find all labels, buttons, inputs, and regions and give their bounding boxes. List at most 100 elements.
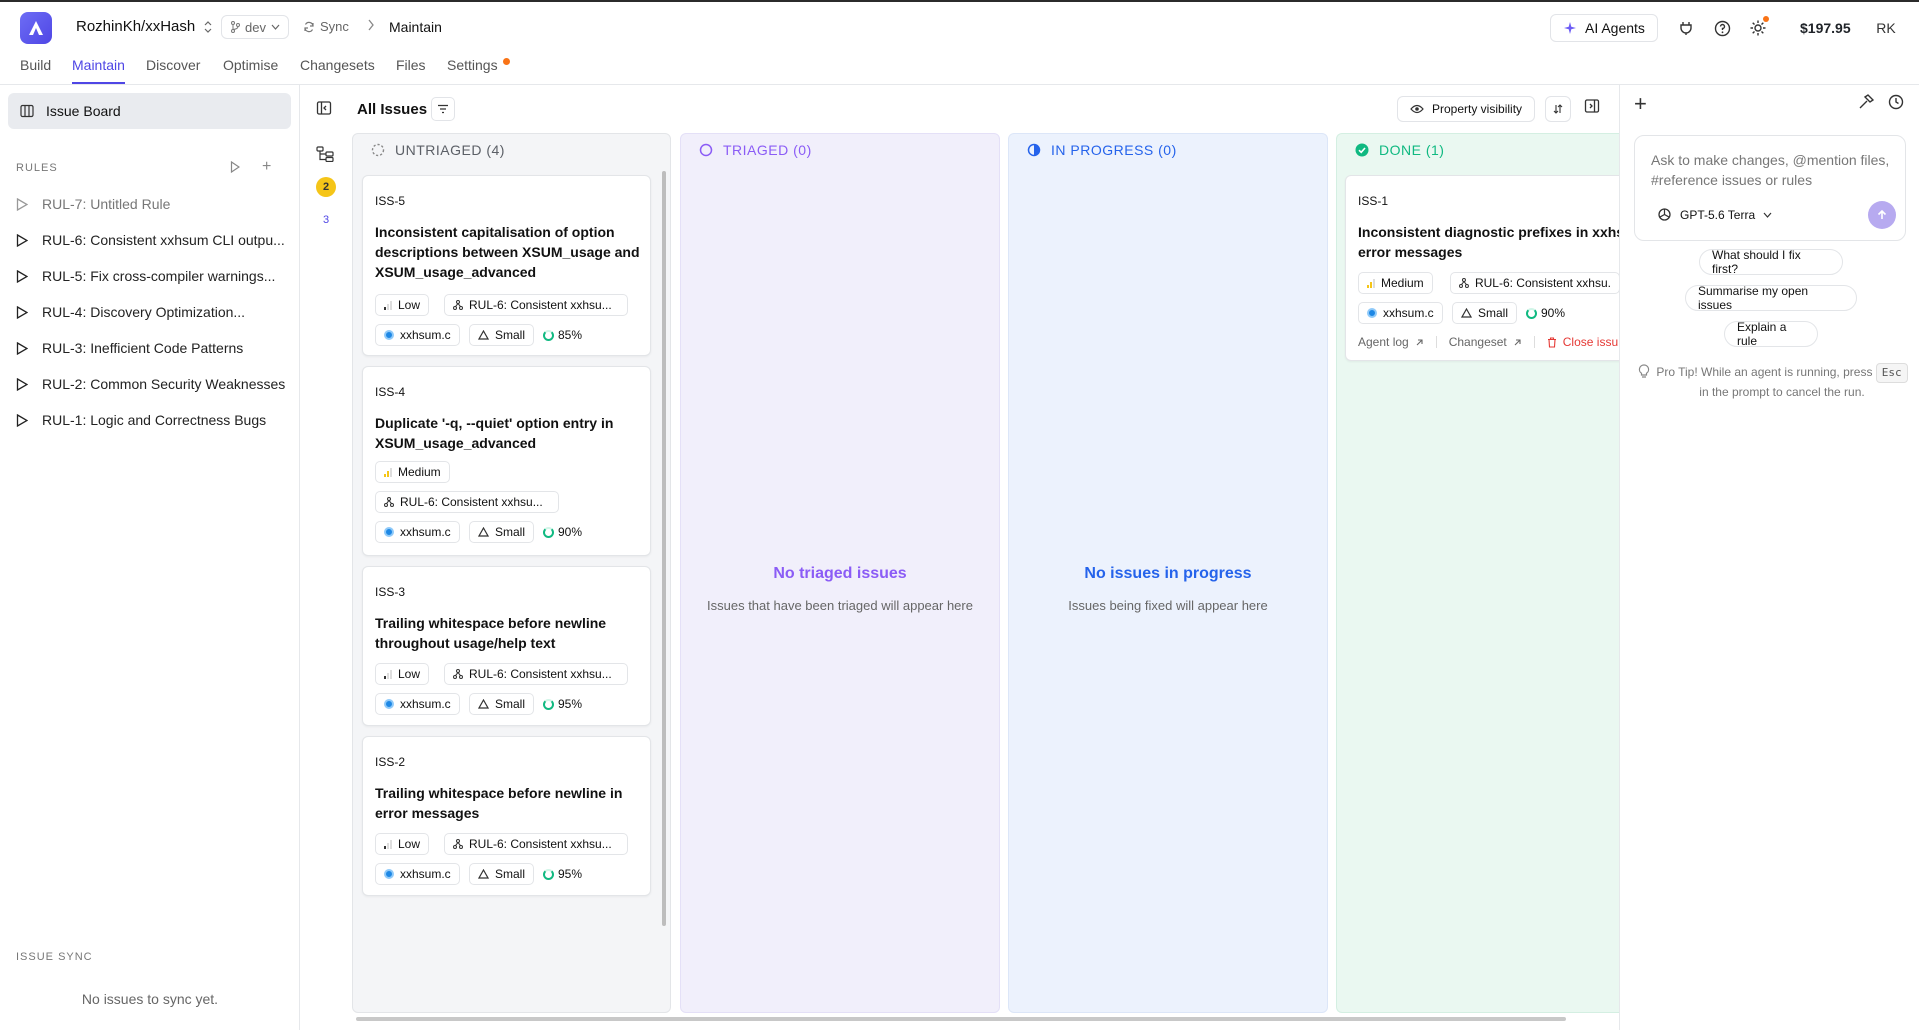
prompt-placeholder[interactable]: Ask to make changes, @mention files, #re… (1651, 150, 1891, 190)
rule-label: RUL-6: Consistent xxhsu... (469, 667, 612, 681)
rule-chip[interactable]: RUL-6: Consistent xxhsu... (375, 491, 559, 513)
sort-button[interactable] (1545, 96, 1571, 122)
history-clock-icon[interactable] (1888, 94, 1904, 113)
tab-build[interactable]: Build (20, 57, 51, 84)
issue-card[interactable]: ISS-2 Trailing whitespace before newline… (362, 736, 651, 896)
suggestion-chip[interactable]: Summarise my open issues (1685, 284, 1857, 312)
hammer-tools-icon[interactable] (1858, 94, 1875, 113)
priority-label: Low (398, 667, 421, 681)
model-selector[interactable]: GPT-5.6 Terra (1657, 207, 1772, 222)
tab-maintain[interactable]: Maintain (72, 57, 125, 84)
size-chip[interactable]: Small (469, 863, 535, 885)
file-chip[interactable]: xxhsum.c (375, 693, 460, 715)
user-avatar[interactable]: RK (1872, 14, 1900, 42)
dashed-circle-icon (371, 143, 385, 157)
issue-card[interactable]: ISS-5 Inconsistent capitalisation of opt… (362, 175, 651, 356)
confidence-indicator: 95% (543, 693, 582, 715)
rule-item[interactable]: RUL-7: Untitled Rule (16, 193, 291, 215)
filter-button[interactable] (431, 97, 455, 121)
external-link-icon (1514, 338, 1521, 345)
size-chip[interactable]: Small (469, 521, 535, 543)
lightbulb-icon (1638, 364, 1650, 378)
issue-card[interactable]: ISS-3 Trailing whitespace before newline… (362, 566, 651, 726)
collapse-sidebar-icon[interactable] (316, 100, 332, 119)
rules-heading: RULES (16, 162, 58, 174)
rule-item[interactable]: RUL-5: Fix cross-compiler warnings... (16, 265, 291, 287)
size-label: Small (495, 867, 526, 881)
column-scrollbar[interactable] (662, 171, 666, 926)
rule-chip[interactable]: RUL-6: Consistent xxhsu... (444, 294, 628, 316)
file-label: xxhsum.c (1383, 306, 1434, 320)
triangle-size-icon (478, 869, 489, 879)
hierarchy-view-icon[interactable] (316, 146, 334, 165)
file-chip[interactable]: xxhsum.c (1358, 302, 1443, 324)
chevron-updown-icon (204, 20, 212, 33)
sidebar-item-issue-board[interactable]: Issue Board (8, 93, 291, 129)
changeset-link[interactable]: Changeset (1449, 335, 1507, 349)
ai-agents-button[interactable]: AI Agents (1550, 14, 1658, 42)
count-badge[interactable]: 2 (316, 177, 336, 197)
priority-chip[interactable]: Medium (1358, 272, 1433, 294)
tab-files[interactable]: Files (396, 57, 426, 84)
rule-item[interactable]: RUL-6: Consistent xxhsum CLI outpu... (16, 229, 291, 251)
priority-label: Low (398, 837, 421, 851)
close-issue-button[interactable]: Close issu (1563, 335, 1618, 349)
priority-chip[interactable]: Low (375, 663, 430, 685)
priority-label: Low (398, 298, 421, 312)
property-visibility-button[interactable]: Property visibility (1397, 96, 1536, 122)
add-rule-plus-icon[interactable]: + (262, 158, 271, 176)
size-label: Small (495, 525, 526, 539)
new-chat-plus-icon[interactable]: + (1634, 91, 1647, 117)
rule-item[interactable]: RUL-1: Logic and Correctness Bugs (16, 409, 291, 431)
help-icon[interactable] (1712, 18, 1732, 38)
tab-settings[interactable]: Settings (447, 57, 498, 84)
rule-chip[interactable]: RUL-6: Consistent xxhsu... (444, 833, 628, 855)
size-chip[interactable]: Small (469, 324, 535, 346)
rule-item[interactable]: RUL-2: Common Security Weaknesses (16, 373, 291, 395)
suggestion-chip[interactable]: What should I fix first? (1699, 248, 1843, 276)
size-chip[interactable]: Small (469, 693, 535, 715)
file-chip[interactable]: xxhsum.c (375, 863, 460, 885)
prompt-input-box[interactable]: Ask to make changes, @mention files, #re… (1634, 135, 1906, 241)
priority-chip[interactable]: Low (375, 294, 430, 316)
board-horizontal-scrollbar[interactable] (356, 1017, 1566, 1021)
app-logo[interactable] (20, 12, 52, 44)
tab-changesets[interactable]: Changesets (300, 57, 375, 84)
rule-item[interactable]: RUL-4: Discovery Optimization... (16, 301, 291, 323)
rule-tree-icon (453, 839, 463, 849)
file-chip[interactable]: xxhsum.c (375, 324, 460, 346)
breadcrumb-current: Maintain (389, 19, 442, 35)
repo-selector[interactable]: RozhinKh/xxHash (76, 18, 213, 35)
count-badge[interactable]: 3 (316, 210, 336, 230)
plug-icon[interactable] (1676, 18, 1696, 38)
tab-discover[interactable]: Discover (146, 57, 200, 84)
issue-id: ISS-1 (1358, 194, 1389, 208)
suggestion-chip[interactable]: Explain a rule (1724, 320, 1818, 348)
chevron-right-icon (367, 18, 375, 34)
rule-item[interactable]: RUL-3: Inefficient Code Patterns (16, 337, 291, 359)
play-icon (16, 197, 28, 211)
agent-log-link[interactable]: Agent log (1358, 335, 1409, 349)
toggle-right-panel-icon[interactable] (1584, 98, 1600, 117)
file-chip[interactable]: xxhsum.c (375, 521, 460, 543)
sparkle-icon (1564, 22, 1576, 34)
size-chip[interactable]: Small (1452, 302, 1518, 324)
issue-card[interactable]: ISS-4 Duplicate '-q, --quiet' option ent… (362, 366, 651, 556)
tab-optimise[interactable]: Optimise (223, 57, 278, 84)
issue-id: ISS-5 (375, 194, 406, 208)
issue-card[interactable]: ISS-1 Inconsistent diagnostic prefixes i… (1345, 175, 1619, 361)
ai-agents-label: AI Agents (1585, 20, 1645, 36)
priority-chip[interactable]: Low (375, 833, 430, 855)
priority-chip[interactable]: Medium (375, 461, 450, 483)
rule-chip[interactable]: RUL-6: Consistent xxhsu... (444, 663, 628, 685)
sync-button[interactable]: Sync (303, 19, 349, 34)
rule-tree-icon (1459, 278, 1469, 288)
settings-gear-icon[interactable] (1748, 16, 1769, 38)
rule-chip[interactable]: RUL-6: Consistent xxhsu. (1450, 272, 1619, 294)
branch-selector[interactable]: dev (221, 15, 289, 39)
column-in-progress: IN PROGRESS (0) No issues in progress Is… (1008, 133, 1328, 1013)
notification-dot (1763, 16, 1769, 22)
send-button[interactable] (1868, 201, 1896, 229)
run-rules-play-icon[interactable] (230, 160, 241, 176)
protip-text-after: in the prompt to cancel the run. (1699, 385, 1865, 399)
